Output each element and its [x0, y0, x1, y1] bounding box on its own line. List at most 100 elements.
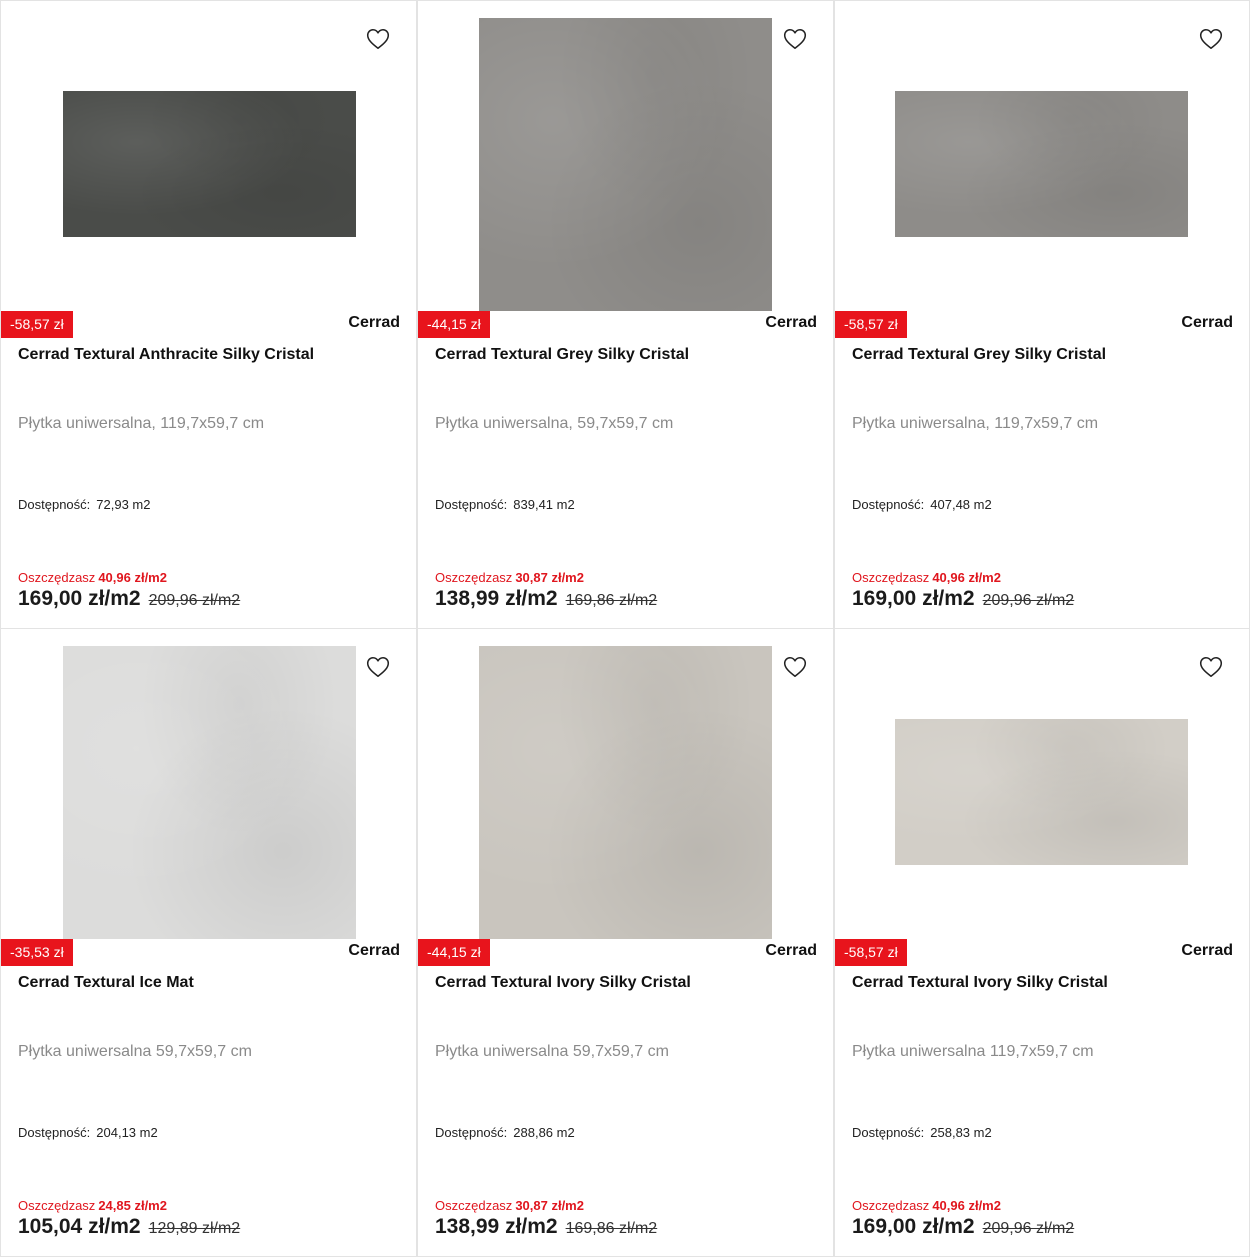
savings-label: Oszczędzasz [18, 1198, 96, 1213]
product-grid: -58,57 zł Cerrad Cerrad Textural Anthrac… [0, 0, 1250, 1257]
price-row: 169,00 zł/m2 209,96 zł/m2 [852, 1215, 1074, 1239]
brand-label: Cerrad [348, 942, 400, 959]
savings-amount: 24,85 zł/m2 [98, 1198, 167, 1213]
product-card[interactable]: -44,15 zł Cerrad Cerrad Textural Grey Si… [417, 0, 834, 629]
product-title[interactable]: Cerrad Textural Anthracite Silky Cristal [18, 346, 314, 364]
savings-amount: 40,96 zł/m2 [98, 570, 167, 585]
product-image[interactable] [895, 91, 1188, 237]
heart-icon[interactable] [782, 654, 808, 680]
savings: Oszczędzasz 30,87 zł/m2 [435, 1198, 584, 1213]
availability-value: 72,93 m2 [96, 497, 151, 512]
availability-label: Dostępność: [852, 1125, 925, 1140]
heart-icon[interactable] [782, 26, 808, 52]
heart-icon[interactable] [1198, 26, 1224, 52]
current-price: 169,00 zł/m2 [18, 587, 141, 610]
product-image[interactable] [479, 646, 772, 939]
product-card[interactable]: -44,15 zł Cerrad Cerrad Textural Ivory S… [417, 628, 834, 1257]
old-price: 209,96 zł/m2 [982, 592, 1075, 609]
current-price: 105,04 zł/m2 [18, 1215, 141, 1238]
product-description: Płytka uniwersalna, 59,7x59,7 cm [435, 415, 674, 432]
heart-icon[interactable] [1198, 654, 1224, 680]
product-image-area [835, 1, 1249, 329]
savings-amount: 30,87 zł/m2 [515, 1198, 584, 1213]
product-title[interactable]: Cerrad Textural Grey Silky Cristal [852, 346, 1106, 364]
price-row: 138,99 zł/m2 169,86 zł/m2 [435, 1215, 657, 1239]
discount-badge: -58,57 zł [1, 311, 73, 338]
product-title[interactable]: Cerrad Textural Grey Silky Cristal [435, 346, 689, 364]
product-description: Płytka uniwersalna, 119,7x59,7 cm [852, 415, 1099, 432]
savings-label: Oszczędzasz [852, 1198, 930, 1213]
heart-icon[interactable] [365, 654, 391, 680]
price-row: 169,00 zł/m2 209,96 zł/m2 [852, 587, 1074, 611]
price-row: 169,00 zł/m2 209,96 zł/m2 [18, 587, 240, 611]
savings: Oszczędzasz 24,85 zł/m2 [18, 1198, 167, 1213]
product-image-area [418, 1, 833, 329]
product-image[interactable] [895, 719, 1188, 865]
availability-value: 839,41 m2 [513, 497, 575, 512]
savings: Oszczędzasz 40,96 zł/m2 [852, 570, 1001, 585]
brand-label: Cerrad [765, 942, 817, 959]
discount-badge: -35,53 zł [1, 939, 73, 966]
savings-amount: 40,96 zł/m2 [932, 1198, 1001, 1213]
availability-value: 407,48 m2 [930, 497, 992, 512]
brand-label: Cerrad [1181, 942, 1233, 959]
heart-icon[interactable] [365, 26, 391, 52]
savings-amount: 30,87 zł/m2 [515, 570, 584, 585]
current-price: 138,99 zł/m2 [435, 1215, 558, 1238]
savings: Oszczędzasz 30,87 zł/m2 [435, 570, 584, 585]
availability: Dostępność: 204,13 m2 [18, 1125, 158, 1140]
availability: Dostępność: 288,86 m2 [435, 1125, 575, 1140]
availability-label: Dostępność: [852, 497, 925, 512]
brand-label: Cerrad [348, 314, 400, 331]
old-price: 129,89 zł/m2 [148, 1220, 241, 1237]
savings: Oszczędzasz 40,96 zł/m2 [18, 570, 167, 585]
price-row: 138,99 zł/m2 169,86 zł/m2 [435, 587, 657, 611]
brand-label: Cerrad [765, 314, 817, 331]
brand-label: Cerrad [1181, 314, 1233, 331]
savings-label: Oszczędzasz [435, 570, 513, 585]
availability-value: 204,13 m2 [96, 1125, 158, 1140]
product-title[interactable]: Cerrad Textural Ice Mat [18, 974, 194, 992]
product-card[interactable]: -58,57 zł Cerrad Cerrad Textural Grey Si… [834, 0, 1250, 629]
product-image-area [1, 1, 416, 329]
discount-badge: -44,15 zł [418, 939, 490, 966]
current-price: 138,99 zł/m2 [435, 587, 558, 610]
current-price: 169,00 zł/m2 [852, 1215, 975, 1238]
product-title[interactable]: Cerrad Textural Ivory Silky Cristal [852, 974, 1108, 992]
savings: Oszczędzasz 40,96 zł/m2 [852, 1198, 1001, 1213]
price-row: 105,04 zł/m2 129,89 zł/m2 [18, 1215, 240, 1239]
availability-label: Dostępność: [435, 497, 508, 512]
product-image[interactable] [479, 18, 772, 311]
old-price: 209,96 zł/m2 [982, 1220, 1075, 1237]
product-image-area [835, 629, 1249, 957]
availability-value: 258,83 m2 [930, 1125, 992, 1140]
product-image-area [418, 629, 833, 957]
availability-label: Dostępność: [18, 497, 91, 512]
product-card[interactable]: -35,53 zł Cerrad Cerrad Textural Ice Mat… [0, 628, 417, 1257]
availability: Dostępność: 839,41 m2 [435, 497, 575, 512]
product-description: Płytka uniwersalna 119,7x59,7 cm [852, 1043, 1094, 1060]
product-card[interactable]: -58,57 zł Cerrad Cerrad Textural Anthrac… [0, 0, 417, 629]
availability-label: Dostępność: [18, 1125, 91, 1140]
savings-label: Oszczędzasz [18, 570, 96, 585]
old-price: 169,86 zł/m2 [565, 1220, 658, 1237]
old-price: 169,86 zł/m2 [565, 592, 658, 609]
product-description: Płytka uniwersalna, 119,7x59,7 cm [18, 415, 265, 432]
savings-label: Oszczędzasz [435, 1198, 513, 1213]
current-price: 169,00 zł/m2 [852, 587, 975, 610]
product-image[interactable] [63, 646, 356, 939]
discount-badge: -58,57 zł [835, 311, 907, 338]
discount-badge: -58,57 zł [835, 939, 907, 966]
availability-value: 288,86 m2 [513, 1125, 575, 1140]
availability: Dostępność: 407,48 m2 [852, 497, 992, 512]
product-title[interactable]: Cerrad Textural Ivory Silky Cristal [435, 974, 691, 992]
availability: Dostępność: 258,83 m2 [852, 1125, 992, 1140]
product-image-area [1, 629, 416, 957]
availability-label: Dostępność: [435, 1125, 508, 1140]
product-description: Płytka uniwersalna 59,7x59,7 cm [18, 1043, 252, 1060]
discount-badge: -44,15 zł [418, 311, 490, 338]
product-card[interactable]: -58,57 zł Cerrad Cerrad Textural Ivory S… [834, 628, 1250, 1257]
product-description: Płytka uniwersalna 59,7x59,7 cm [435, 1043, 669, 1060]
savings-amount: 40,96 zł/m2 [932, 570, 1001, 585]
product-image[interactable] [63, 91, 356, 237]
